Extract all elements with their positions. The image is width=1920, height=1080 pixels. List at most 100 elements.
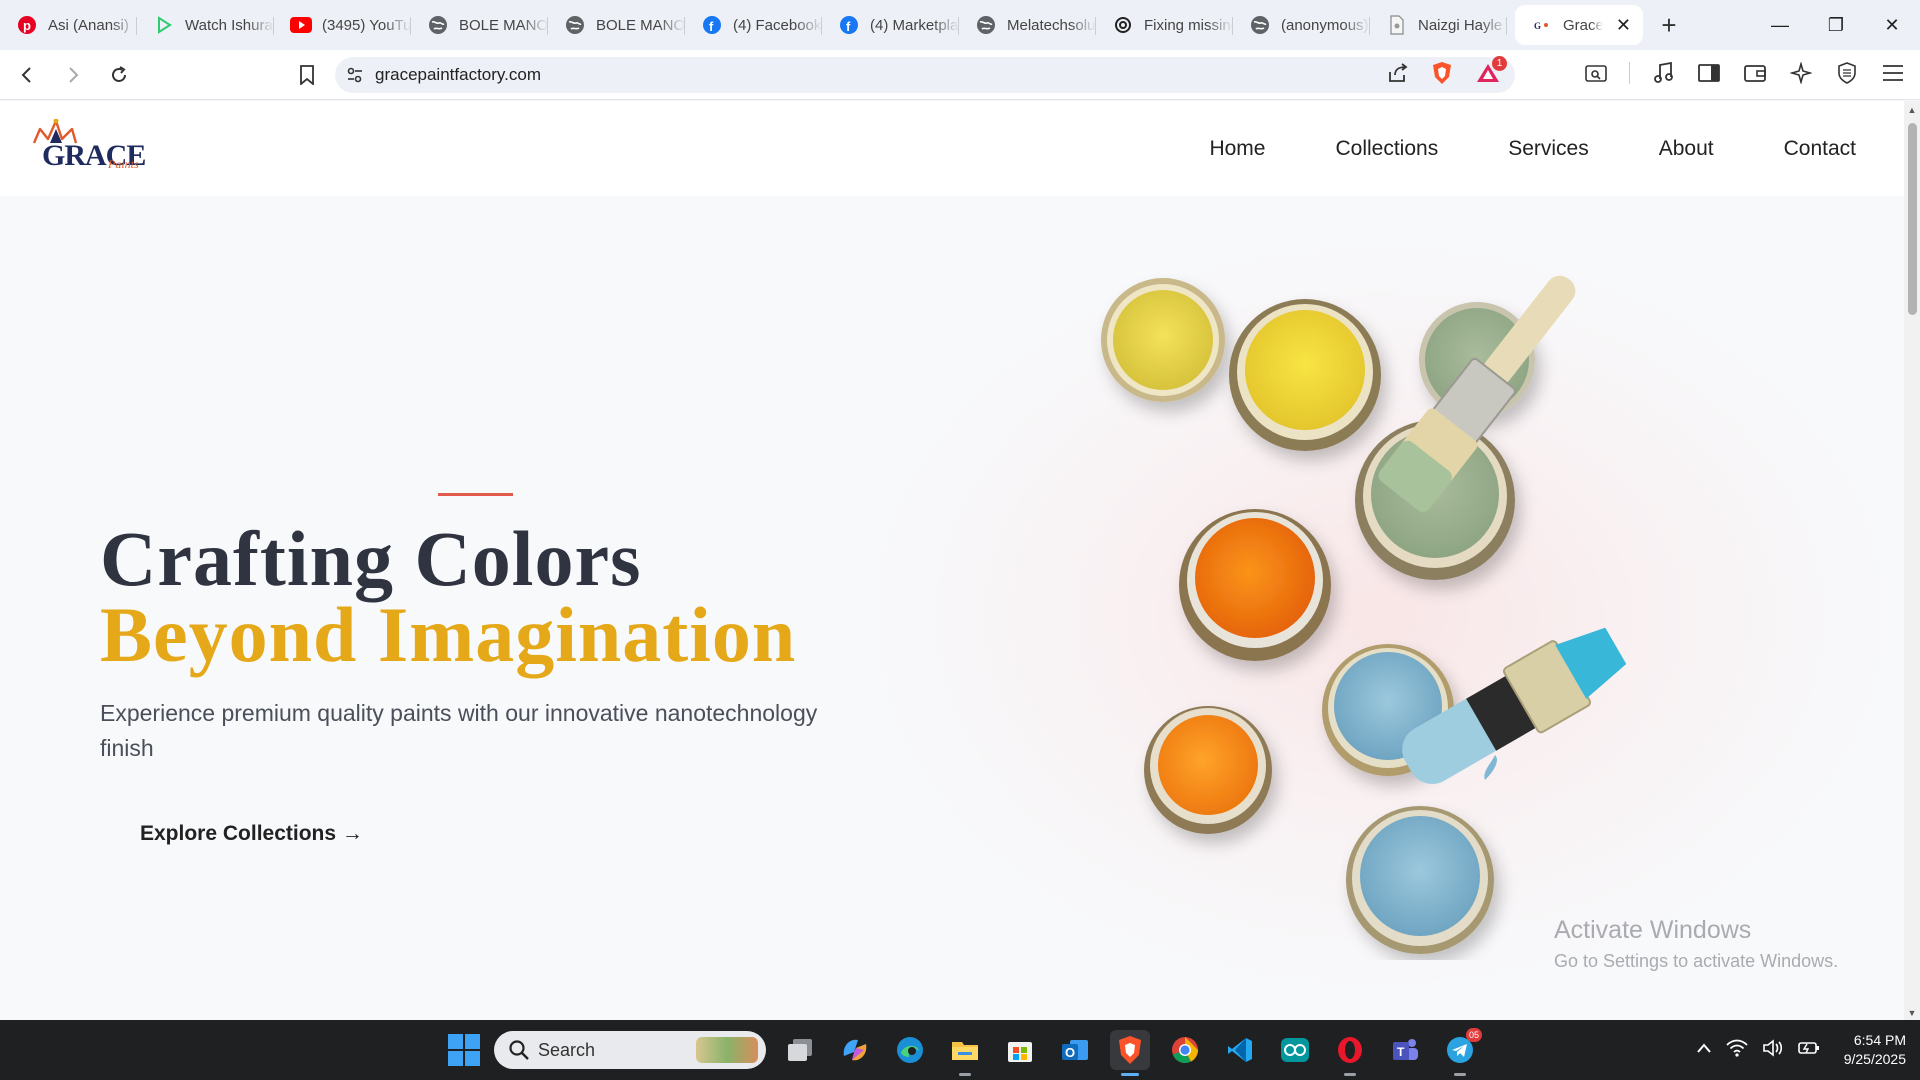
reload-button[interactable] (100, 56, 138, 94)
tab-title: Grace Paints (1563, 16, 1603, 34)
close-window-button[interactable]: ✕ (1864, 0, 1920, 50)
tab-3[interactable]: (3495) YouTube (274, 5, 411, 45)
wallet-icon[interactable] (1742, 60, 1768, 86)
openai-icon (1112, 14, 1134, 36)
copilot-icon[interactable] (835, 1030, 875, 1070)
grace-logo[interactable]: GRACE Paints (28, 119, 148, 181)
file-explorer-icon[interactable] (945, 1030, 985, 1076)
outlook-icon[interactable]: O (1055, 1030, 1095, 1070)
minimize-button[interactable]: — (1752, 0, 1808, 50)
nav-home[interactable]: Home (1209, 137, 1265, 161)
bookmark-button[interactable] (294, 58, 320, 92)
tab-title: (4) Marketplace (870, 16, 959, 34)
title-accent-line (438, 493, 513, 496)
hero-description: Experience premium quality paints with o… (100, 700, 818, 761)
scroll-down-arrow-icon[interactable]: ▼ (1907, 1008, 1917, 1018)
tab-6[interactable]: f (4) Facebook (685, 5, 822, 45)
hero-title-line2: Beyond Imagination (100, 591, 797, 678)
pinterest-icon: p (16, 14, 38, 36)
nav-services[interactable]: Services (1508, 137, 1589, 161)
edge-icon[interactable] (890, 1030, 930, 1070)
nav-collections[interactable]: Collections (1335, 137, 1438, 161)
tab-title: BOLE MANOR (459, 16, 548, 34)
teams-icon[interactable]: T (1385, 1030, 1425, 1070)
taskbar-search[interactable]: Search (494, 1031, 766, 1069)
browser-tab-strip: p Asi (Anansi) Watch Ishura (3495) YouTube B… (0, 0, 1920, 50)
globe-icon (427, 14, 449, 36)
svg-text:p: p (23, 18, 31, 33)
url-text: gracepaintfactory.com (375, 65, 541, 84)
tab-title: Asi (Anansi) (48, 16, 129, 34)
clock-time: 6:54 PM (1853, 1032, 1906, 1048)
brave-shields-icon[interactable] (1431, 61, 1453, 90)
restore-button[interactable]: ❐ (1808, 0, 1864, 50)
browser-toolbar: gracepaintfactory.com 1 (0, 50, 1920, 100)
arduino-icon[interactable] (1275, 1030, 1315, 1070)
opera-icon[interactable] (1330, 1030, 1370, 1076)
rewards-badge: 1 (1492, 55, 1507, 71)
globe-icon (564, 14, 586, 36)
watermark-subtitle: Go to Settings to activate Windows. (1554, 951, 1839, 971)
hero-section: Crafting Colors Beyond Imagination Exper… (0, 196, 1904, 1020)
window-controls: — ❐ ✕ (1752, 0, 1920, 50)
forward-button[interactable] (54, 56, 92, 94)
address-bar[interactable]: gracepaintfactory.com 1 (335, 55, 1515, 93)
svg-text:O: O (1065, 1045, 1075, 1060)
tab-title: Naizgi Hayle (1418, 16, 1503, 34)
page-scrollbar[interactable]: ▲ ▼ (1904, 101, 1920, 1020)
site-header: GRACE Paints Home Collections Services A… (0, 101, 1904, 196)
telegram-icon[interactable]: 05 (1440, 1028, 1482, 1076)
chevron-up-icon[interactable] (1696, 1041, 1712, 1059)
music-icon[interactable] (1650, 60, 1676, 86)
new-tab-button[interactable]: + (1649, 5, 1689, 45)
wifi-icon[interactable] (1726, 1039, 1748, 1062)
leo-ai-icon[interactable] (1788, 60, 1814, 86)
tab-11[interactable]: Naizgi Hayle (1370, 5, 1507, 45)
volume-icon[interactable] (1762, 1038, 1784, 1062)
globe-icon (1249, 14, 1271, 36)
system-tray: 6:54 PM 9/25/2025 (1696, 1020, 1906, 1080)
tab-active[interactable]: G Grace Paints ✕ (1515, 5, 1643, 45)
task-view-icon[interactable] (780, 1030, 820, 1070)
tab-10[interactable]: (anonymous) (1233, 5, 1370, 45)
taskbar-clock[interactable]: 6:54 PM 9/25/2025 (1844, 1031, 1906, 1069)
vscode-icon[interactable] (1220, 1030, 1260, 1070)
tab-9[interactable]: Fixing missing (1096, 5, 1233, 45)
tab-4[interactable]: BOLE MANOR (411, 5, 548, 45)
reload-icon (112, 65, 126, 82)
reader-mode-icon[interactable] (1583, 60, 1609, 86)
battery-icon[interactable] (1797, 1040, 1820, 1061)
nav-about[interactable]: About (1659, 137, 1714, 161)
facebook-icon: f (701, 14, 723, 36)
tab-2[interactable]: Watch Ishura (137, 5, 274, 45)
brave-rewards-icon[interactable]: 1 (1475, 55, 1507, 89)
vpn-shield-icon[interactable] (1834, 60, 1860, 86)
tab-8[interactable]: Melatechsolutions (959, 5, 1096, 45)
scrollbar-thumb[interactable] (1908, 123, 1917, 315)
telegram-badge: 05 (1466, 1028, 1482, 1042)
chrome-icon[interactable] (1165, 1030, 1205, 1070)
grace-favicon-icon: G (1531, 14, 1553, 36)
tab-7[interactable]: f (4) Marketplace (822, 5, 959, 45)
nav-contact[interactable]: Contact (1784, 137, 1856, 161)
tab-5[interactable]: BOLE MANOR (548, 5, 685, 45)
watermark-title: Activate Windows (1554, 916, 1752, 944)
sidebar-toggle-icon[interactable] (1696, 60, 1722, 86)
close-tab-icon[interactable]: ✕ (1616, 15, 1631, 36)
facebook-icon: f (838, 14, 860, 36)
tab-1[interactable]: p Asi (Anansi) (0, 5, 137, 45)
microsoft-store-icon[interactable] (1000, 1030, 1040, 1070)
toolbar-extensions (1583, 60, 1906, 86)
main-menu-icon[interactable] (1880, 60, 1906, 86)
scroll-up-arrow-icon[interactable]: ▲ (1907, 105, 1917, 115)
brave-taskbar-icon[interactable] (1110, 1030, 1150, 1076)
share-icon[interactable] (1387, 62, 1409, 88)
forward-arrow-icon (69, 66, 79, 83)
site-settings-icon[interactable] (335, 67, 375, 83)
youtube-icon (290, 14, 312, 36)
svg-text:T: T (1397, 1045, 1405, 1059)
explore-collections-button[interactable]: Explore Collections → (140, 822, 363, 846)
logo-subtitle: Paints (108, 157, 139, 171)
start-button[interactable] (448, 1034, 480, 1066)
back-button[interactable] (8, 56, 46, 94)
